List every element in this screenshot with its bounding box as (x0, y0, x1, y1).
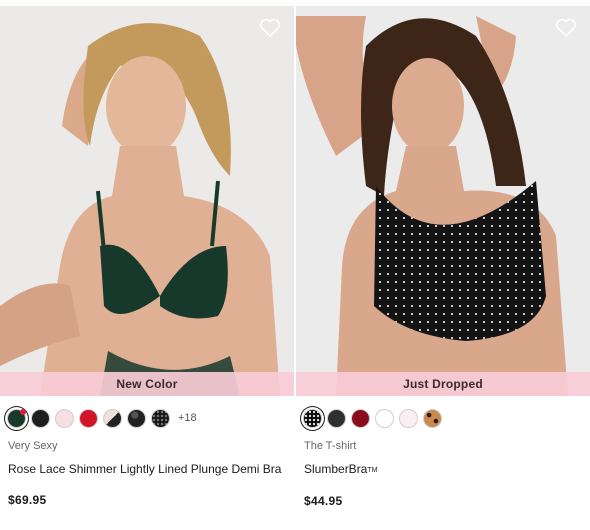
color-swatches: +18 (0, 406, 294, 430)
swatch[interactable] (375, 408, 394, 428)
more-colors-link[interactable]: +18 (178, 412, 197, 424)
heart-icon[interactable] (258, 16, 282, 40)
product-badge: Just Dropped (296, 372, 590, 396)
swatch[interactable] (351, 408, 370, 428)
product-brand: Very Sexy (8, 440, 58, 452)
new-color-dot (20, 408, 26, 415)
swatch[interactable] (55, 408, 74, 428)
swatch[interactable] (103, 408, 122, 428)
swatch[interactable] (423, 408, 442, 428)
swatch[interactable] (7, 408, 26, 428)
product-card[interactable]: Just Dropped The T-shirt SlumberBraTM $4… (296, 6, 590, 508)
product-photo[interactable] (296, 6, 590, 396)
product-brand: The T-shirt (304, 440, 357, 452)
swatch[interactable] (31, 408, 50, 428)
swatch[interactable] (151, 408, 170, 428)
product-price: $44.95 (304, 494, 343, 508)
swatch[interactable] (399, 408, 418, 428)
swatch[interactable] (127, 408, 146, 428)
product-image-area[interactable]: Just Dropped (296, 6, 590, 396)
product-photo[interactable] (0, 6, 294, 396)
color-swatches (296, 406, 590, 430)
product-image-area[interactable]: New Color (0, 6, 294, 396)
product-name[interactable]: Rose Lace Shimmer Lightly Lined Plunge D… (8, 458, 286, 481)
product-name-text: SlumberBra (304, 462, 368, 476)
product-name[interactable]: SlumberBraTM (304, 458, 582, 482)
trademark-mark: TM (367, 467, 378, 474)
product-price: $69.95 (8, 493, 47, 507)
swatch[interactable] (303, 408, 322, 428)
heart-icon[interactable] (554, 16, 578, 40)
product-card[interactable]: New Color +18 Very Sexy Rose Lace Shimme… (0, 6, 294, 507)
swatch[interactable] (327, 408, 346, 428)
swatch[interactable] (79, 408, 98, 428)
product-badge: New Color (0, 372, 294, 396)
